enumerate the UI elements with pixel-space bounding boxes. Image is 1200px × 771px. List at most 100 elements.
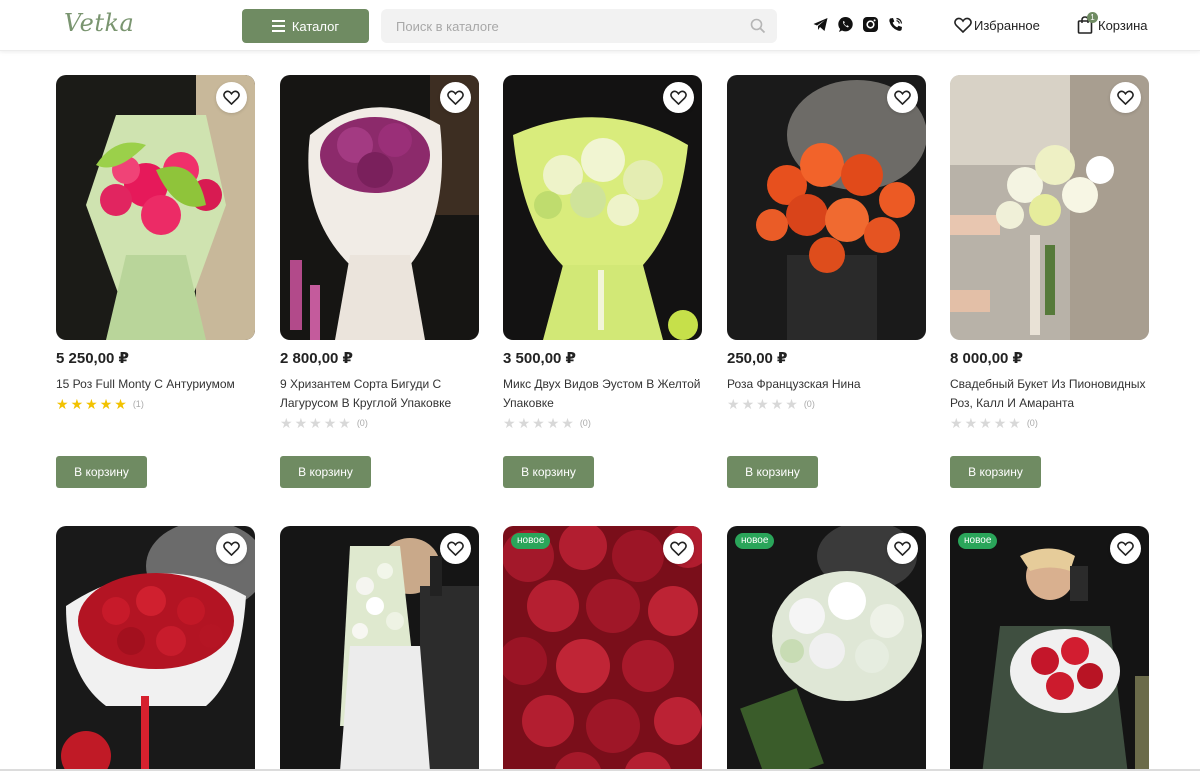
product-card[interactable]: 5 250,00 ₽ 15 Роз Full Monty С Антуриумо… — [56, 75, 255, 490]
favorite-toggle-button[interactable] — [440, 533, 471, 564]
product-photo[interactable] — [56, 75, 255, 340]
add-to-cart-button[interactable]: В корзину — [950, 456, 1041, 488]
favorite-toggle-button[interactable] — [216, 533, 247, 564]
favorite-toggle-button[interactable] — [887, 82, 918, 113]
product-photo[interactable]: новое — [727, 526, 926, 771]
new-badge: новое — [958, 533, 998, 549]
search-input[interactable] — [381, 9, 741, 43]
product-title[interactable]: Роза Французская Нина — [727, 375, 926, 394]
instagram-icon[interactable] — [862, 16, 879, 33]
cart-icon: 1 — [1077, 12, 1098, 34]
product-card[interactable]: новое — [950, 526, 1149, 771]
add-to-cart-button[interactable]: В корзину — [56, 456, 147, 488]
star-icon: ★ — [99, 396, 113, 412]
star-icon: ★ — [770, 396, 784, 412]
star-icon: ★ — [785, 396, 798, 412]
star-icon: ★ — [979, 415, 992, 431]
telegram-icon[interactable] — [812, 16, 829, 33]
product-card[interactable] — [280, 526, 479, 771]
product-title[interactable]: 9 Хризантем Сорта Бигуди С Лагурусом В К… — [280, 375, 479, 413]
product-title[interactable]: 15 Роз Full Monty С Антуриумом — [56, 375, 255, 394]
product-card[interactable]: 3 500,00 ₽ Микс Двух Видов Эустом В Желт… — [503, 75, 702, 490]
bouquet-image — [56, 75, 255, 340]
add-to-cart-button[interactable]: В корзину — [503, 456, 594, 488]
product-card[interactable]: 8 000,00 ₽ Свадебный Букет Из Пионовидны… — [950, 75, 1149, 490]
menu-icon — [271, 20, 285, 32]
catalog-button[interactable]: Каталог — [242, 9, 369, 43]
favorite-toggle-button[interactable] — [663, 82, 694, 113]
star-icon: ★ — [1008, 415, 1021, 431]
star-icon: ★ — [85, 396, 98, 412]
product-rating: ★ ★ ★ ★ ★ (0) — [280, 415, 479, 431]
product-photo[interactable] — [503, 75, 702, 340]
search-icon[interactable] — [750, 18, 766, 34]
star-icon: ★ — [114, 396, 127, 412]
heart-icon — [670, 90, 687, 105]
heart-icon — [894, 90, 911, 105]
heart-icon — [447, 90, 464, 105]
site-header: Vetka Каталог Избранное 1 — [0, 0, 1200, 51]
star-icon: ★ — [546, 415, 560, 431]
product-photo[interactable] — [950, 75, 1149, 340]
product-photo[interactable] — [280, 526, 479, 771]
star-icon: ★ — [70, 396, 84, 412]
product-price: 2 800,00 ₽ — [280, 350, 353, 367]
product-price: 8 000,00 ₽ — [950, 350, 1023, 367]
product-photo[interactable] — [727, 75, 926, 340]
whatsapp-icon[interactable] — [837, 16, 854, 33]
social-links — [812, 16, 904, 33]
catalog-button-label: Каталог — [291, 18, 340, 34]
product-price: 5 250,00 ₽ — [56, 350, 129, 367]
product-photo[interactable] — [280, 75, 479, 340]
star-icon: ★ — [950, 415, 963, 431]
bouquet-image — [950, 75, 1149, 340]
product-photo[interactable] — [56, 526, 255, 771]
site-logo[interactable]: Vetka — [64, 9, 134, 37]
star-icon: ★ — [294, 415, 308, 431]
product-card[interactable] — [56, 526, 255, 771]
star-icon: ★ — [727, 396, 740, 412]
favorite-toggle-button[interactable] — [440, 82, 471, 113]
heart-icon — [954, 17, 972, 33]
product-rating: ★ ★ ★ ★ ★ (1) — [56, 396, 255, 412]
product-rating: ★ ★ ★ ★ ★ (0) — [503, 415, 702, 431]
review-count: (0) — [356, 418, 368, 428]
product-photo[interactable]: новое — [503, 526, 702, 771]
product-title[interactable]: Свадебный Букет Из Пионовидных Роз, Калл… — [950, 375, 1149, 413]
product-price: 250,00 ₽ — [727, 350, 788, 367]
favorite-toggle-button[interactable] — [216, 82, 247, 113]
product-price: 3 500,00 ₽ — [503, 350, 576, 367]
cart-link[interactable]: 1 Корзина — [1077, 12, 1148, 34]
favorite-toggle-button[interactable] — [1110, 82, 1141, 113]
cart-label: Корзина — [1098, 17, 1148, 33]
favorite-toggle-button[interactable] — [887, 533, 918, 564]
favorite-toggle-button[interactable] — [1110, 533, 1141, 564]
star-icon: ★ — [532, 415, 545, 431]
add-to-cart-button[interactable]: В корзину — [727, 456, 818, 488]
favorite-toggle-button[interactable] — [663, 533, 694, 564]
product-title[interactable]: Микс Двух Видов Эустом В Желтой Упаковке — [503, 375, 702, 413]
new-badge: новое — [735, 533, 775, 549]
heart-icon — [1117, 541, 1134, 556]
star-icon: ★ — [756, 396, 769, 412]
star-icon: ★ — [517, 415, 531, 431]
product-card[interactable]: 2 800,00 ₽ 9 Хризантем Сорта Бигуди С Ла… — [280, 75, 479, 490]
review-count: (0) — [803, 399, 815, 409]
product-card[interactable]: 250,00 ₽ Роза Французская Нина ★ ★ ★ ★ ★ (0)… — [727, 75, 926, 490]
product-photo[interactable]: новое — [950, 526, 1149, 771]
search-box — [381, 9, 777, 43]
add-to-cart-button[interactable]: В корзину — [280, 456, 371, 488]
star-icon: ★ — [993, 415, 1007, 431]
product-card[interactable]: новое — [503, 526, 702, 771]
heart-icon — [223, 90, 240, 105]
product-rating: ★ ★ ★ ★ ★ (0) — [727, 396, 926, 412]
favorites-link[interactable]: Избранное — [954, 17, 1040, 33]
heart-icon — [670, 541, 687, 556]
star-icon: ★ — [309, 415, 322, 431]
star-icon: ★ — [56, 396, 69, 412]
product-rating: ★ ★ ★ ★ ★ (0) — [950, 415, 1149, 431]
new-badge: новое — [511, 533, 551, 549]
viber-icon[interactable] — [887, 16, 904, 33]
review-count: (0) — [579, 418, 591, 428]
product-card[interactable]: новое — [727, 526, 926, 771]
